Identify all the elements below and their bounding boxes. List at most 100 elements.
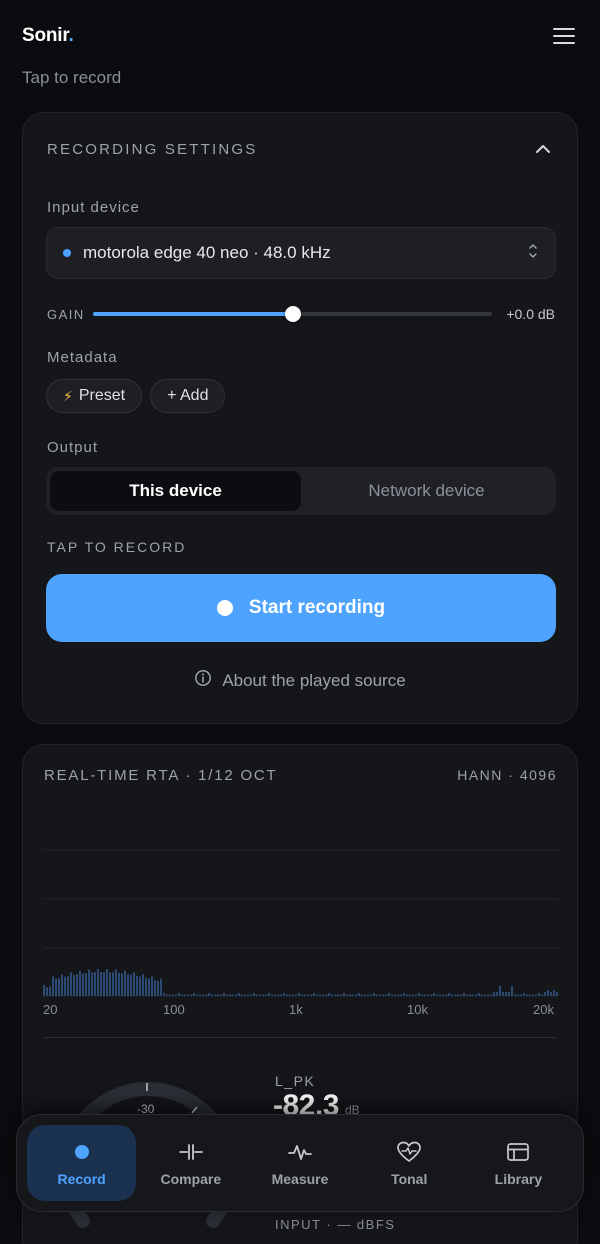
- rta-bar: [49, 986, 51, 996]
- rta-bar: [505, 992, 507, 996]
- rta-bars: [43, 969, 559, 997]
- rta-bar: [121, 973, 123, 996]
- rta-bar: [127, 974, 129, 996]
- hamburger-icon[interactable]: [550, 22, 578, 50]
- waveform-icon: [287, 1139, 313, 1165]
- rta-bar: [496, 992, 498, 996]
- freq-label-100: 100: [163, 1002, 185, 1017]
- tab-record[interactable]: Record: [27, 1125, 137, 1201]
- output-network-device[interactable]: Network device: [301, 471, 552, 511]
- output-this-device[interactable]: This device: [50, 471, 301, 511]
- rta-bar: [100, 972, 102, 996]
- add-chip-label: + Add: [167, 387, 209, 404]
- rta-bar: [193, 993, 195, 996]
- rta-bar: [361, 994, 363, 996]
- chevron-up-icon[interactable]: [533, 139, 553, 159]
- gain-slider-thumb[interactable]: [284, 306, 301, 322]
- rta-bar: [301, 994, 303, 996]
- rta-bar: [229, 994, 231, 996]
- gain-slider[interactable]: [93, 303, 493, 325]
- top-bar: Sonir.: [22, 22, 578, 50]
- rta-bar: [157, 980, 159, 996]
- gain-slider-fill: [93, 312, 293, 316]
- recording-settings-card: RECORDING SETTINGS Input device motorola…: [22, 112, 578, 724]
- start-recording-button[interactable]: Start recording: [46, 574, 556, 642]
- rta-bar: [373, 993, 375, 996]
- rta-bar: [205, 994, 207, 996]
- rta-bar: [136, 975, 138, 996]
- rta-bar: [70, 972, 72, 996]
- freq-label-10k: 10k: [407, 1002, 428, 1017]
- rta-bar: [289, 994, 291, 996]
- rta-freq-labels: 20 100 1k 10k 20k: [43, 1002, 554, 1017]
- tab-measure[interactable]: Measure: [245, 1125, 354, 1201]
- bottom-tab-bar: Record Compare Measure Tonal Library: [16, 1114, 584, 1212]
- app-logo: Sonir.: [22, 25, 74, 46]
- rta-bar: [493, 992, 495, 996]
- heart-pulse-icon: [397, 1139, 422, 1165]
- rta-bar: [148, 978, 150, 996]
- peak-label: L_PK: [275, 1073, 316, 1089]
- rta-bar: [58, 978, 60, 996]
- rta-bar: [103, 972, 105, 996]
- info-icon: [194, 669, 212, 692]
- tab-tonal[interactable]: Tonal: [355, 1125, 464, 1201]
- rta-bar: [481, 994, 483, 996]
- rta-bar: [106, 969, 108, 996]
- rta-bar: [88, 969, 90, 996]
- settings-title: RECORDING SETTINGS: [47, 140, 258, 158]
- tab-tonal-label: Tonal: [391, 1171, 428, 1187]
- preset-chip-label: Preset: [78, 387, 126, 404]
- rta-bar: [55, 978, 57, 996]
- tab-compare[interactable]: Compare: [136, 1125, 245, 1201]
- rta-bar: [502, 992, 504, 996]
- rta-bar: [79, 970, 81, 996]
- rta-gridlines: [43, 849, 559, 949]
- input-level-label: INPUT · — dBFS: [275, 1217, 396, 1232]
- preset-chip[interactable]: ⚡ Preset: [46, 379, 143, 413]
- rta-bar: [97, 969, 99, 996]
- rta-bar: [64, 976, 66, 996]
- metadata-chips: ⚡ Preset + Add: [46, 379, 226, 413]
- rta-bar: [112, 972, 114, 996]
- rta-bar: [508, 992, 510, 996]
- rta-bar: [553, 990, 555, 996]
- library-icon: [506, 1139, 530, 1165]
- rta-bar: [349, 994, 351, 996]
- rta-bar: [544, 992, 546, 996]
- rta-bar: [118, 972, 120, 996]
- rta-bar: [169, 994, 171, 996]
- tab-library[interactable]: Library: [464, 1125, 573, 1201]
- rta-bar: [67, 976, 69, 996]
- add-metadata-chip[interactable]: + Add: [150, 379, 226, 413]
- output-label: Output: [47, 439, 99, 456]
- rta-bar: [433, 993, 435, 996]
- rta-bar: [313, 993, 315, 996]
- gain-row: GAIN +0.0 dB: [47, 303, 555, 325]
- rta-bar: [142, 974, 144, 996]
- rta-bar: [43, 985, 45, 996]
- rta-bar: [337, 994, 339, 996]
- rta-divider: [43, 1037, 557, 1038]
- lightning-icon: ⚡: [63, 387, 73, 404]
- rta-bar: [52, 976, 54, 996]
- gain-label: GAIN: [47, 306, 85, 322]
- freq-label-20: 20: [43, 1002, 57, 1017]
- rta-bar: [421, 994, 423, 996]
- output-segmented-control: This device Network device: [46, 467, 556, 515]
- rta-bar: [139, 976, 141, 996]
- device-status-dot: [63, 249, 71, 257]
- tap-to-record-label: TAP TO RECORD: [47, 539, 187, 555]
- rta-bar: [154, 980, 156, 996]
- rta-bar: [61, 974, 63, 996]
- rta-window-info: HANN · 4096: [457, 767, 557, 783]
- rta-bar: [499, 986, 501, 996]
- input-device-value: motorola edge 40 neo · 48.0 kHz: [83, 243, 331, 262]
- about-source-label: About the played source: [222, 670, 406, 690]
- rta-bar: [397, 994, 399, 996]
- rta-bar: [550, 992, 552, 996]
- rta-bar: [145, 977, 147, 996]
- input-device-select[interactable]: motorola edge 40 neo · 48.0 kHz: [46, 227, 556, 279]
- about-source-link[interactable]: About the played source: [23, 669, 577, 692]
- rta-bar: [409, 994, 411, 996]
